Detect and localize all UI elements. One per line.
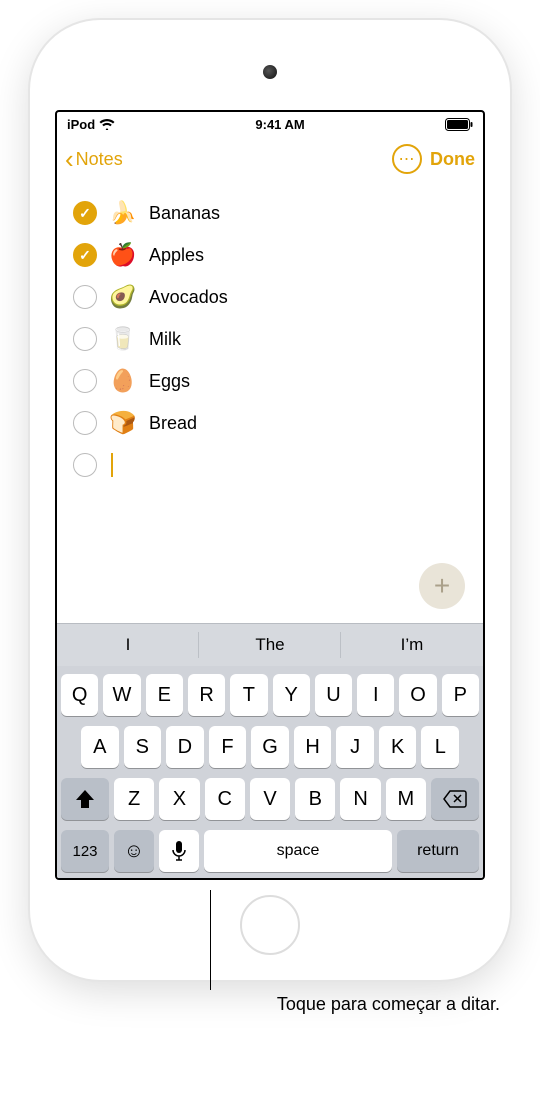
key-c[interactable]: C (205, 778, 245, 820)
microphone-icon (172, 841, 186, 861)
item-emoji: 🍞 (109, 410, 137, 436)
item-label: Eggs (149, 371, 190, 392)
key-p[interactable]: P (442, 674, 479, 716)
key-y[interactable]: Y (273, 674, 310, 716)
checklist-item[interactable]: 🥛 Milk (73, 318, 467, 360)
delete-icon (443, 790, 467, 808)
checklist-new-line[interactable] (73, 444, 467, 486)
checklist-item[interactable]: 🍞 Bread (73, 402, 467, 444)
item-label: Milk (149, 329, 181, 350)
delete-key[interactable] (431, 778, 479, 820)
screen: iPod 9:41 AM ‹ Notes (55, 110, 485, 880)
key-u[interactable]: U (315, 674, 352, 716)
key-z[interactable]: Z (114, 778, 154, 820)
ellipsis-icon: ⋯ (399, 149, 416, 169)
check-circle[interactable] (73, 201, 97, 225)
add-button[interactable]: + (419, 563, 465, 609)
key-e[interactable]: E (146, 674, 183, 716)
item-label: Bananas (149, 203, 220, 224)
key-b[interactable]: B (295, 778, 335, 820)
status-bar: iPod 9:41 AM (57, 112, 483, 136)
wifi-icon (99, 118, 115, 130)
shift-key[interactable] (61, 778, 109, 820)
ipod-device-frame: iPod 9:41 AM ‹ Notes (30, 20, 510, 980)
more-button[interactable]: ⋯ (392, 144, 422, 174)
space-key[interactable]: space (204, 830, 392, 872)
item-emoji: 🍎 (109, 242, 137, 268)
checklist: 🍌 Bananas 🍎 Apples 🥑 Avocados 🥛 Milk 🥚 Eggs 🍞 Bread (73, 192, 467, 444)
back-label: Notes (76, 149, 123, 170)
key-h[interactable]: H (294, 726, 332, 768)
dictation-key[interactable] (159, 830, 199, 872)
key-j[interactable]: J (336, 726, 374, 768)
check-circle[interactable] (73, 285, 97, 309)
key-f[interactable]: F (209, 726, 247, 768)
key-w[interactable]: W (103, 674, 140, 716)
emoji-key[interactable]: ☺ (114, 830, 154, 872)
key-i[interactable]: I (357, 674, 394, 716)
key-a[interactable]: A (81, 726, 119, 768)
check-circle[interactable] (73, 243, 97, 267)
item-emoji: 🥑 (109, 284, 137, 310)
callout-leader-line (210, 890, 211, 990)
return-key[interactable]: return (397, 830, 479, 872)
check-circle[interactable] (73, 369, 97, 393)
item-emoji: 🥛 (109, 326, 137, 352)
done-button[interactable]: Done (430, 149, 475, 170)
chevron-left-icon: ‹ (65, 146, 74, 172)
callout-text: Toque para começar a ditar. (30, 990, 510, 1015)
item-emoji: 🍌 (109, 200, 137, 226)
key-q[interactable]: Q (61, 674, 98, 716)
nav-bar: ‹ Notes ⋯ Done (57, 136, 483, 182)
check-circle-empty[interactable] (73, 453, 97, 477)
checklist-item[interactable]: 🥑 Avocados (73, 276, 467, 318)
item-emoji: 🥚 (109, 368, 137, 394)
key-m[interactable]: M (386, 778, 426, 820)
check-circle[interactable] (73, 327, 97, 351)
numbers-key[interactable]: 123 (61, 830, 109, 872)
callout: Toque para começar a ditar. (30, 990, 510, 1015)
carrier-label: iPod (67, 117, 95, 132)
keyboard: I The I’m QWERTYUIOP ASDFGHJKL ZXCVBNM (57, 623, 483, 878)
key-l[interactable]: L (421, 726, 459, 768)
home-button[interactable] (240, 895, 300, 955)
back-button[interactable]: ‹ Notes (65, 146, 123, 172)
checklist-item[interactable]: 🥚 Eggs (73, 360, 467, 402)
key-g[interactable]: G (251, 726, 289, 768)
key-x[interactable]: X (159, 778, 199, 820)
note-body[interactable]: 🍌 Bananas 🍎 Apples 🥑 Avocados 🥛 Milk 🥚 Eggs 🍞 Bread… (57, 182, 483, 623)
emoji-icon: ☺ (124, 840, 144, 863)
shift-icon (75, 790, 95, 808)
text-cursor (111, 453, 113, 477)
item-label: Bread (149, 413, 197, 434)
item-label: Apples (149, 245, 204, 266)
key-v[interactable]: V (250, 778, 290, 820)
key-k[interactable]: K (379, 726, 417, 768)
key-r[interactable]: R (188, 674, 225, 716)
key-d[interactable]: D (166, 726, 204, 768)
checklist-item[interactable]: 🍌 Bananas (73, 192, 467, 234)
key-n[interactable]: N (340, 778, 380, 820)
suggestion-1[interactable]: The (199, 624, 341, 666)
battery-icon (445, 118, 473, 131)
device-camera (263, 65, 277, 79)
item-label: Avocados (149, 287, 228, 308)
plus-icon: + (434, 570, 450, 602)
key-s[interactable]: S (124, 726, 162, 768)
key-o[interactable]: O (399, 674, 436, 716)
suggestion-0[interactable]: I (57, 624, 199, 666)
suggestions-bar: I The I’m (57, 624, 483, 666)
check-circle[interactable] (73, 411, 97, 435)
key-t[interactable]: T (230, 674, 267, 716)
suggestion-2[interactable]: I’m (341, 624, 483, 666)
checklist-item[interactable]: 🍎 Apples (73, 234, 467, 276)
clock-label: 9:41 AM (255, 117, 304, 132)
